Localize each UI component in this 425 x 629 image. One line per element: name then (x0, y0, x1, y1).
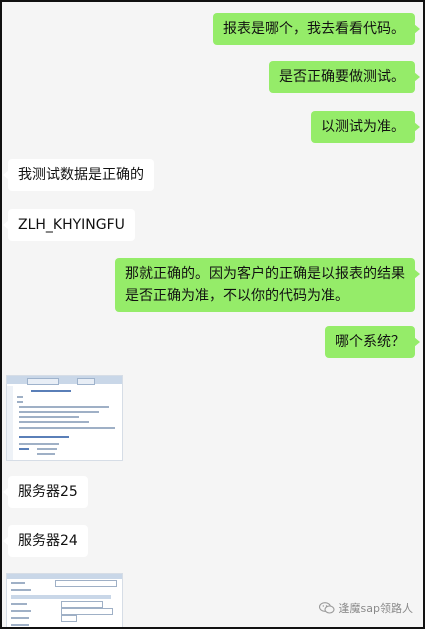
thumbnail-form-field (55, 580, 117, 587)
message-bubble-outgoing[interactable]: 哪个系统？ (325, 326, 420, 358)
message-bubble-outgoing[interactable]: 以测试为准。 (311, 111, 420, 143)
thumbnail-form-field (61, 615, 77, 622)
thumbnail-code-line (19, 427, 115, 429)
message-bubble-incoming[interactable]: ZLH_KHYINGFU (3, 209, 135, 241)
thumbnail-code-line (19, 421, 89, 423)
message-bubble-outgoing[interactable]: 报表是哪个，我去看看代码。 (213, 13, 420, 45)
thumbnail-form-label (11, 610, 31, 612)
watermark: 逢魔sap领路人 (318, 600, 413, 616)
thumbnail-code-line (17, 396, 23, 398)
message-bubble-incoming[interactable]: 我测试数据是正确的 (3, 159, 154, 191)
image-thumbnail[interactable] (6, 573, 123, 627)
thumbnail-form-label (11, 603, 27, 605)
thumbnail-form-field (61, 608, 113, 615)
message-bubble-outgoing[interactable]: 那就正确的。因为客户的正确是以报表的结果 是否正确为准，不以你的代码为准。 (115, 258, 420, 312)
thumbnail-code-line (31, 390, 71, 392)
thumbnail-gutter (7, 386, 13, 460)
image-thumbnail[interactable] (6, 375, 123, 461)
thumbnail-tab (27, 378, 59, 385)
thumbnail-toolbar (7, 574, 122, 579)
thumbnail-code-line (17, 401, 23, 403)
thumbnail-code-line (19, 416, 79, 418)
thumbnail-form-label (11, 582, 25, 584)
message-line: 是否正确为准，不以你的代码为准。 (125, 288, 349, 304)
thumbnail-code-line (37, 453, 55, 455)
thumbnail-form-label (11, 624, 29, 626)
thumbnail-code-line (19, 448, 29, 450)
message-line: 那就正确的。因为客户的正确是以报表的结果 (125, 266, 405, 282)
thumbnail-toolbar (7, 376, 122, 384)
wechat-icon (318, 602, 335, 614)
message-bubble-outgoing[interactable]: 是否正确要做测试。 (269, 61, 420, 93)
thumbnail-form-label (11, 617, 29, 619)
thumbnail-form-label (11, 589, 31, 591)
message-bubble-incoming[interactable]: 服务器25 (3, 476, 88, 508)
thumbnail-code-line (19, 443, 59, 445)
chat-window: 报表是哪个，我去看看代码。 是否正确要做测试。 以测试为准。 我测试数据是正确的… (0, 0, 425, 629)
thumbnail-code-line (19, 436, 69, 438)
thumbnail-code-line (19, 406, 109, 408)
thumbnail-code-line (37, 448, 57, 450)
thumbnail-tab (77, 378, 95, 385)
message-bubble-incoming[interactable]: 服务器24 (3, 525, 88, 557)
thumbnail-section-bar (11, 595, 111, 599)
watermark-text: 逢魔sap领路人 (338, 602, 413, 615)
thumbnail-code-line (19, 411, 99, 413)
thumbnail-form-field (61, 601, 103, 608)
